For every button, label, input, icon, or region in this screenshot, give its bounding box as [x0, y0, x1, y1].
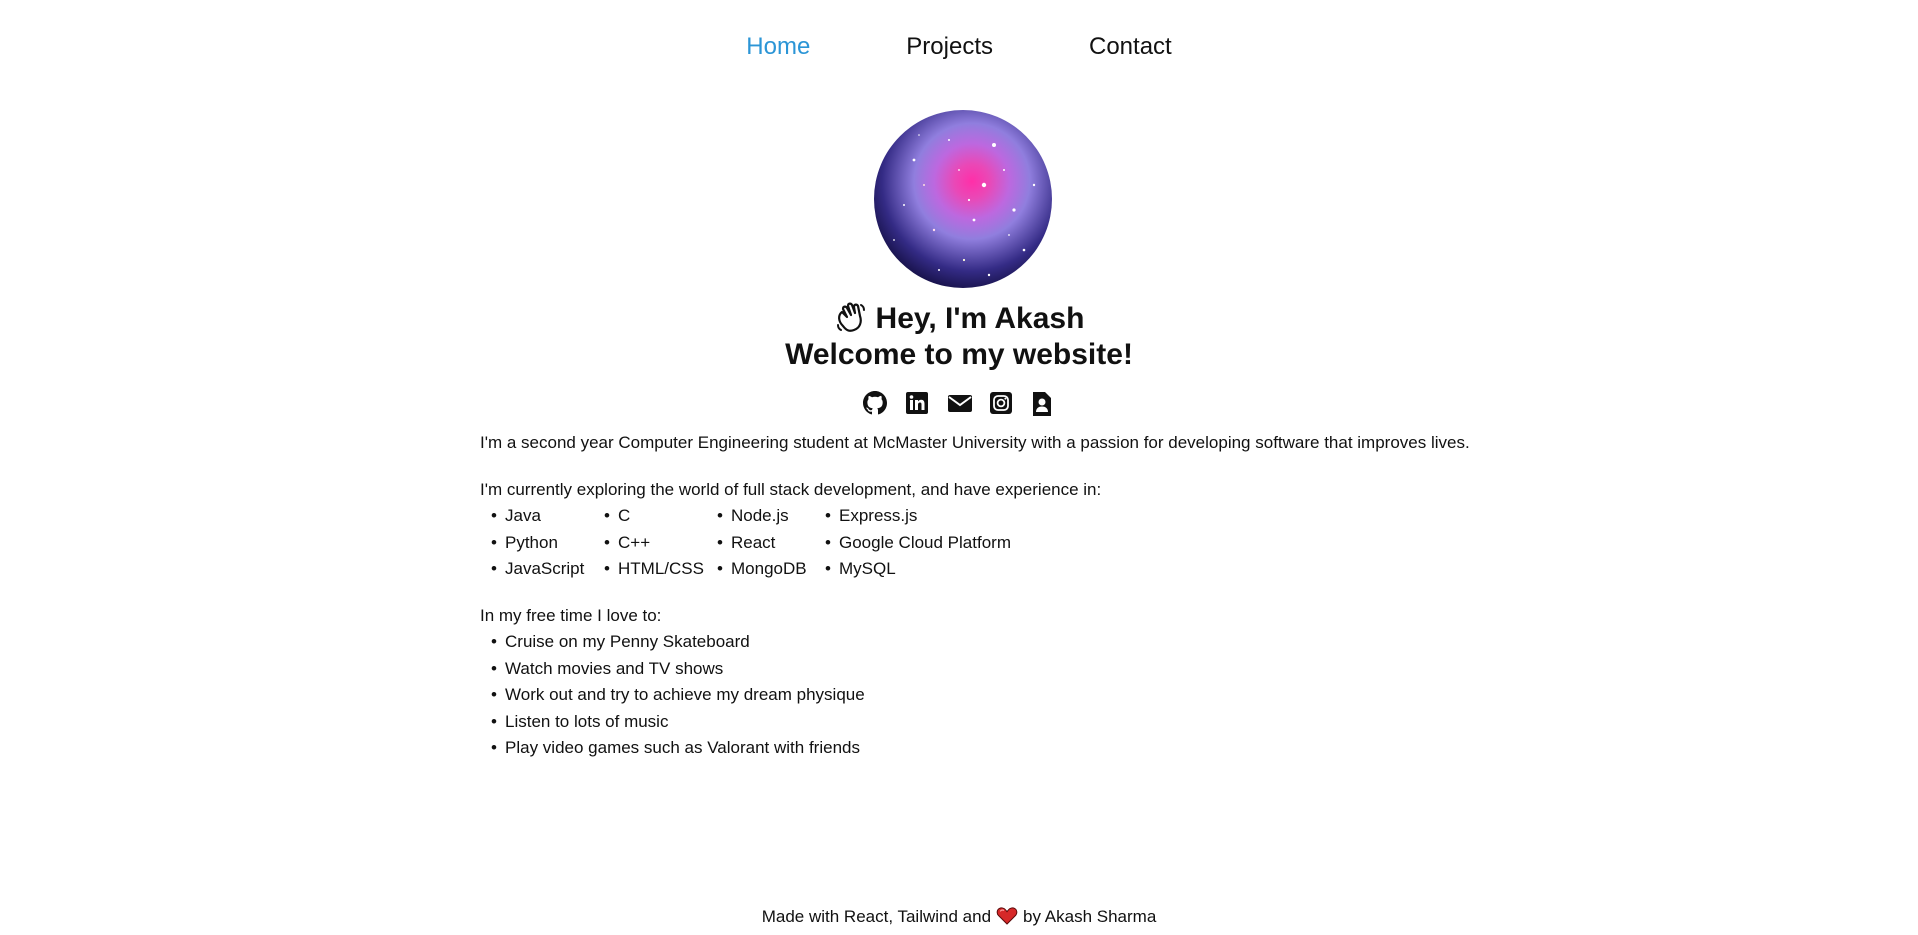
resume-link[interactable] [1031, 391, 1055, 416]
nav-projects-link[interactable]: Projects [906, 30, 993, 64]
page: Home Projects Contact Hey, I'm Akash Wel… [0, 0, 1918, 935]
footer: Made with React, Tailwind and by Akash S… [0, 905, 1918, 929]
skill-item: Express.js [814, 503, 1011, 530]
skill-item: MongoDB [706, 556, 814, 583]
hobby-item: Watch movies and TV shows [480, 656, 1480, 683]
resume-icon [1033, 392, 1051, 416]
skill-item: Python [480, 530, 593, 557]
hobby-item: Listen to lots of music [480, 709, 1480, 736]
skill-item: Java [480, 503, 593, 530]
hobbies-list: Cruise on my Penny Skateboard Watch movi… [480, 629, 1480, 762]
about-section: I'm a second year Computer Engineering s… [480, 430, 1480, 762]
skill-item: HTML/CSS [593, 556, 706, 583]
welcome-heading: Welcome to my website! [785, 338, 1133, 371]
skill-item: Node.js [706, 503, 814, 530]
skills-list: Java Python JavaScript C C++ HTML/CSS No… [480, 503, 1480, 583]
hobby-item: Cruise on my Penny Skateboard [480, 629, 1480, 656]
hobby-item: Play video games such as Valorant with f… [480, 735, 1480, 762]
email-link[interactable] [947, 391, 972, 415]
skill-item: C++ [593, 530, 706, 557]
email-icon [948, 395, 972, 412]
hero: Hey, I'm Akash Welcome to my website! [0, 300, 1918, 373]
skill-item: React [706, 530, 814, 557]
skills-column: C C++ HTML/CSS [593, 503, 706, 583]
skills-heading: I'm currently exploring the world of ful… [480, 479, 1102, 499]
github-icon [863, 391, 887, 415]
nav-home-link[interactable]: Home [746, 30, 810, 64]
skills-column: Node.js React MongoDB [706, 503, 814, 583]
skills-column: Java Python JavaScript [480, 503, 593, 583]
intro-text: I'm a second year Computer Engineering s… [480, 433, 1470, 452]
skills-column: Express.js Google Cloud Platform MySQL [814, 503, 1011, 583]
github-link[interactable] [863, 391, 887, 415]
free-time-heading: In my free time I love to: [480, 605, 662, 625]
profile-avatar [874, 110, 1052, 288]
linkedin-link[interactable] [905, 391, 929, 415]
waving-hand-icon [836, 302, 865, 332]
greeting-text: Hey, I'm Akash [875, 302, 1085, 335]
skill-item: JavaScript [480, 556, 593, 583]
footer-text-after: by Akash Sharma [1023, 907, 1157, 926]
skill-item: C [593, 503, 706, 530]
nav-contact-link[interactable]: Contact [1089, 30, 1172, 64]
greeting-heading: Hey, I'm Akash [0, 300, 1918, 337]
top-nav: Home Projects Contact [0, 30, 1918, 64]
linkedin-icon [906, 392, 928, 414]
footer-text-before: Made with React, Tailwind and [761, 907, 992, 926]
hobby-item: Work out and try to achieve my dream phy… [480, 682, 1480, 709]
skill-item: MySQL [814, 556, 1011, 583]
instagram-icon [990, 392, 1012, 414]
galaxy-stars [893, 134, 1036, 277]
social-links [0, 391, 1918, 416]
skill-item: Google Cloud Platform [814, 530, 1011, 557]
heart-icon [996, 907, 1018, 925]
instagram-link[interactable] [989, 391, 1013, 415]
